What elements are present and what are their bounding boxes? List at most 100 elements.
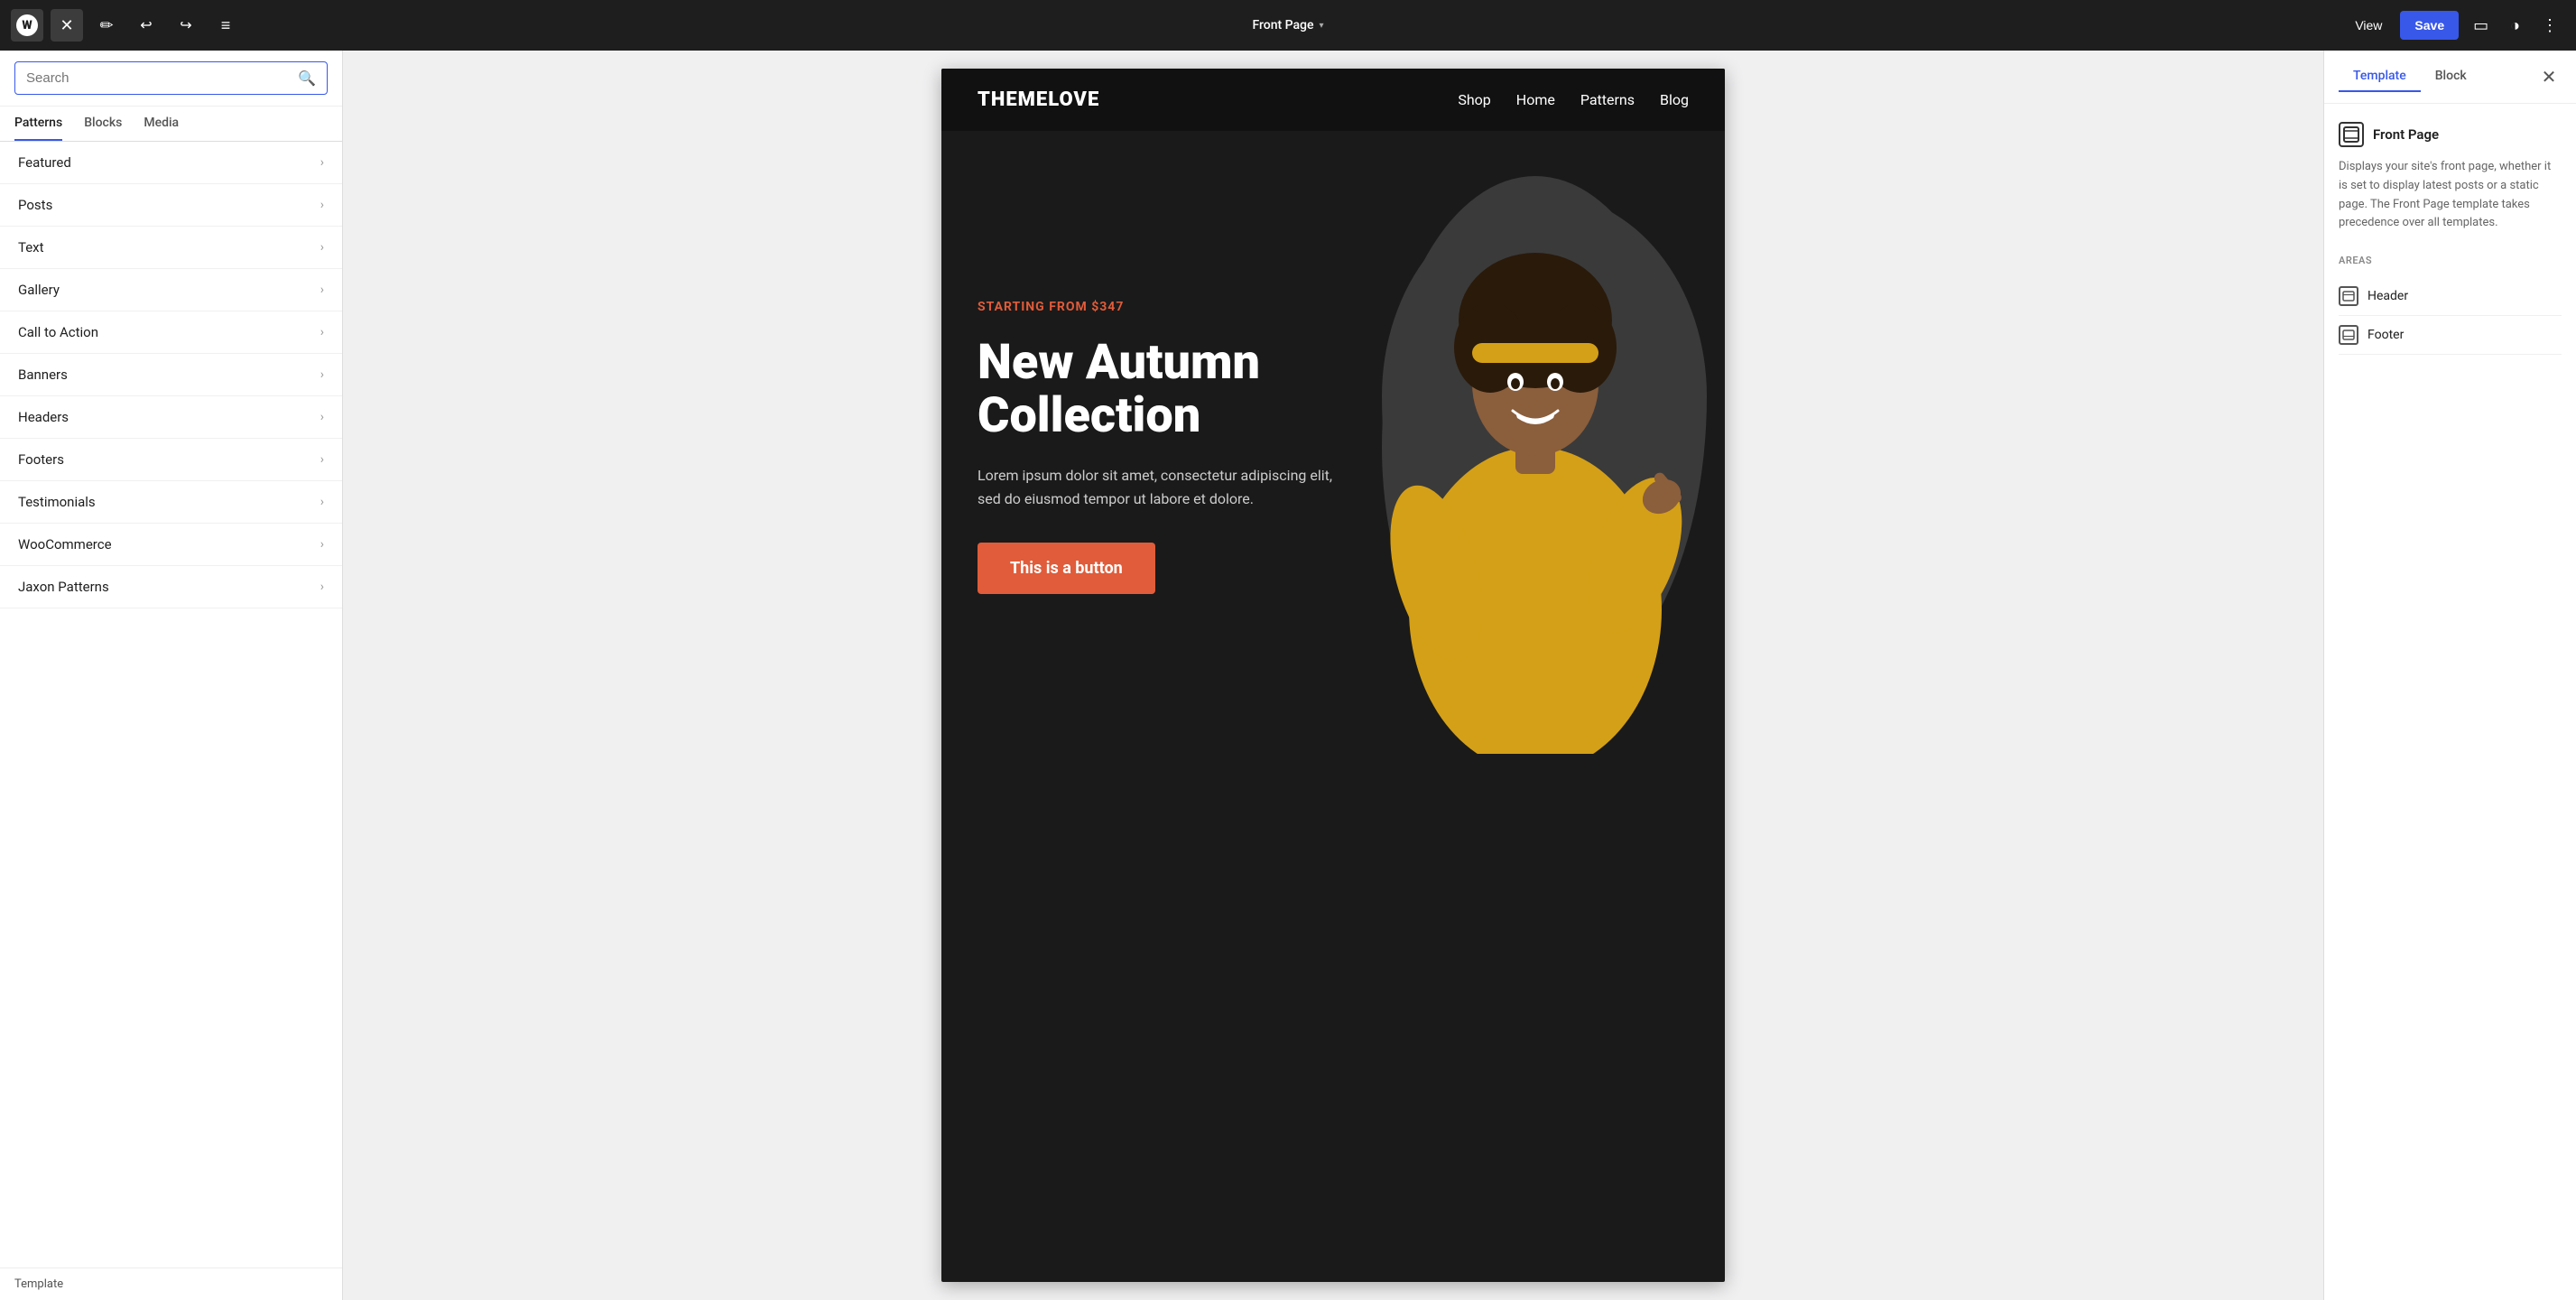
panel-footer: Template [0,1268,342,1300]
hero-content: STARTING FROM $347 New Autumn Collection… [941,131,1393,763]
template-description: Displays your site's front page, whether… [2339,158,2562,233]
list-item[interactable]: Text › [0,227,342,269]
template-name: Front Page [2373,126,2439,143]
chevron-right-icon: › [320,155,324,170]
wp-logo-inner: W [16,14,38,36]
chevron-right-icon: › [320,367,324,382]
hero-person-illustration [1364,140,1707,754]
list-item[interactable]: Gallery › [0,269,342,311]
pattern-label: Call to Action [18,324,98,340]
tab-template[interactable]: Template [2339,61,2421,92]
list-view-button[interactable]: ≡ [209,9,242,42]
page-title: Front Page [1252,18,1313,32]
chevron-right-icon: › [320,452,324,467]
sidebar-toggle-button[interactable]: ▭ [2466,11,2496,41]
chevron-right-icon: › [320,580,324,594]
nav-home[interactable]: Home [1516,91,1555,108]
pattern-list: Featured › Posts › Text › Gallery › Call… [0,142,342,1268]
tab-blocks[interactable]: Blocks [84,107,122,141]
hero-label: STARTING FROM $347 [978,300,1357,314]
save-button[interactable]: Save [2400,11,2459,40]
pen-icon: ✏ [99,16,113,35]
pattern-label: Footers [18,451,64,468]
chevron-right-icon: › [320,325,324,339]
close-icon: ✕ [60,16,73,35]
site-header: THEMELOVE Shop Home Patterns Blog [941,69,1725,131]
topbar: W ✕ ✏ ↩ ↪ ≡ Front Page ▾ View Save ▭ ◑ ⋮ [0,0,2576,51]
more-options-button[interactable]: ⋮ [2534,11,2565,41]
close-icon: ✕ [2542,66,2557,88]
list-item[interactable]: Featured › [0,142,342,184]
tabs-row: Patterns Blocks Media [0,107,342,142]
hero-section: STARTING FROM $347 New Autumn Collection… [941,131,1725,763]
list-item[interactable]: Jaxon Patterns › [0,566,342,608]
more-icon: ⋮ [2542,16,2558,34]
footer-label: Footer [2368,328,2404,342]
site-nav: Shop Home Patterns Blog [1458,91,1689,108]
view-button[interactable]: View [2344,13,2393,38]
area-header[interactable]: Header [2339,277,2562,316]
redo-button[interactable]: ↪ [170,9,202,42]
nav-blog[interactable]: Blog [1660,91,1689,108]
pattern-label: Posts [18,197,52,213]
list-item[interactable]: Call to Action › [0,311,342,354]
search-input[interactable] [26,70,291,86]
redo-icon: ↪ [180,16,191,34]
chevron-right-icon: › [320,495,324,509]
close-panel-button[interactable]: ✕ [2536,64,2562,89]
chevron-down-icon: ▾ [1320,21,1324,31]
pen-button[interactable]: ✏ [90,9,123,42]
footer-label: Template [14,1277,63,1291]
list-item[interactable]: Posts › [0,184,342,227]
list-item[interactable]: Banners › [0,354,342,396]
nav-shop[interactable]: Shop [1458,91,1490,108]
list-icon: ≡ [221,16,231,35]
hero-button[interactable]: This is a button [978,543,1155,594]
contrast-button[interactable]: ◑ [2503,11,2527,41]
header-icon [2339,286,2358,306]
right-panel-body: Front Page Displays your site's front pa… [2324,104,2576,1300]
chevron-right-icon: › [320,283,324,297]
template-icon [2339,122,2364,147]
header-label: Header [2368,289,2408,303]
undo-button[interactable]: ↩ [130,9,162,42]
right-panel-header: Template Block ✕ [2324,51,2576,104]
template-title-row: Front Page [2339,122,2562,147]
canvas-scroll[interactable]: THEMELOVE Shop Home Patterns Blog STARTI… [343,51,2323,1300]
footer-icon [2339,325,2358,345]
list-item[interactable]: Footers › [0,439,342,481]
canvas-frame: THEMELOVE Shop Home Patterns Blog STARTI… [941,69,1725,1282]
pattern-label: WooCommerce [18,536,112,552]
area-footer[interactable]: Footer [2339,316,2562,355]
close-button[interactable]: ✕ [51,9,83,42]
site-logo: THEMELOVE [978,88,1099,111]
pattern-label: Text [18,239,44,255]
contrast-icon: ◑ [2510,16,2520,34]
pattern-label: Testimonials [18,494,96,510]
hero-image-area [1346,131,1725,763]
search-bar: 🔍 [0,51,342,107]
pattern-label: Featured [18,154,71,171]
list-item[interactable]: Testimonials › [0,481,342,524]
tab-block[interactable]: Block [2421,61,2481,92]
nav-patterns[interactable]: Patterns [1580,91,1635,108]
areas-label: AREAS [2339,255,2562,266]
list-item[interactable]: Headers › [0,396,342,439]
right-tabs: Template Block [2339,61,2481,92]
pattern-label: Gallery [18,282,60,298]
hero-title: New Autumn Collection [978,336,1357,443]
wp-logo[interactable]: W [11,9,43,42]
sidebar-icon: ▭ [2473,16,2488,34]
tab-media[interactable]: Media [144,107,179,141]
chevron-right-icon: › [320,410,324,424]
search-input-wrap: 🔍 [14,61,328,95]
undo-icon: ↩ [140,16,152,34]
wp-logo-text: W [22,19,32,32]
main-area: 🔍 Patterns Blocks Media Featured › Posts… [0,51,2576,1300]
topbar-right: View Save ▭ ◑ ⋮ [2344,11,2565,41]
chevron-right-icon: › [320,537,324,552]
chevron-right-icon: › [320,198,324,212]
search-icon: 🔍 [298,70,316,87]
list-item[interactable]: WooCommerce › [0,524,342,566]
tab-patterns[interactable]: Patterns [14,107,62,141]
